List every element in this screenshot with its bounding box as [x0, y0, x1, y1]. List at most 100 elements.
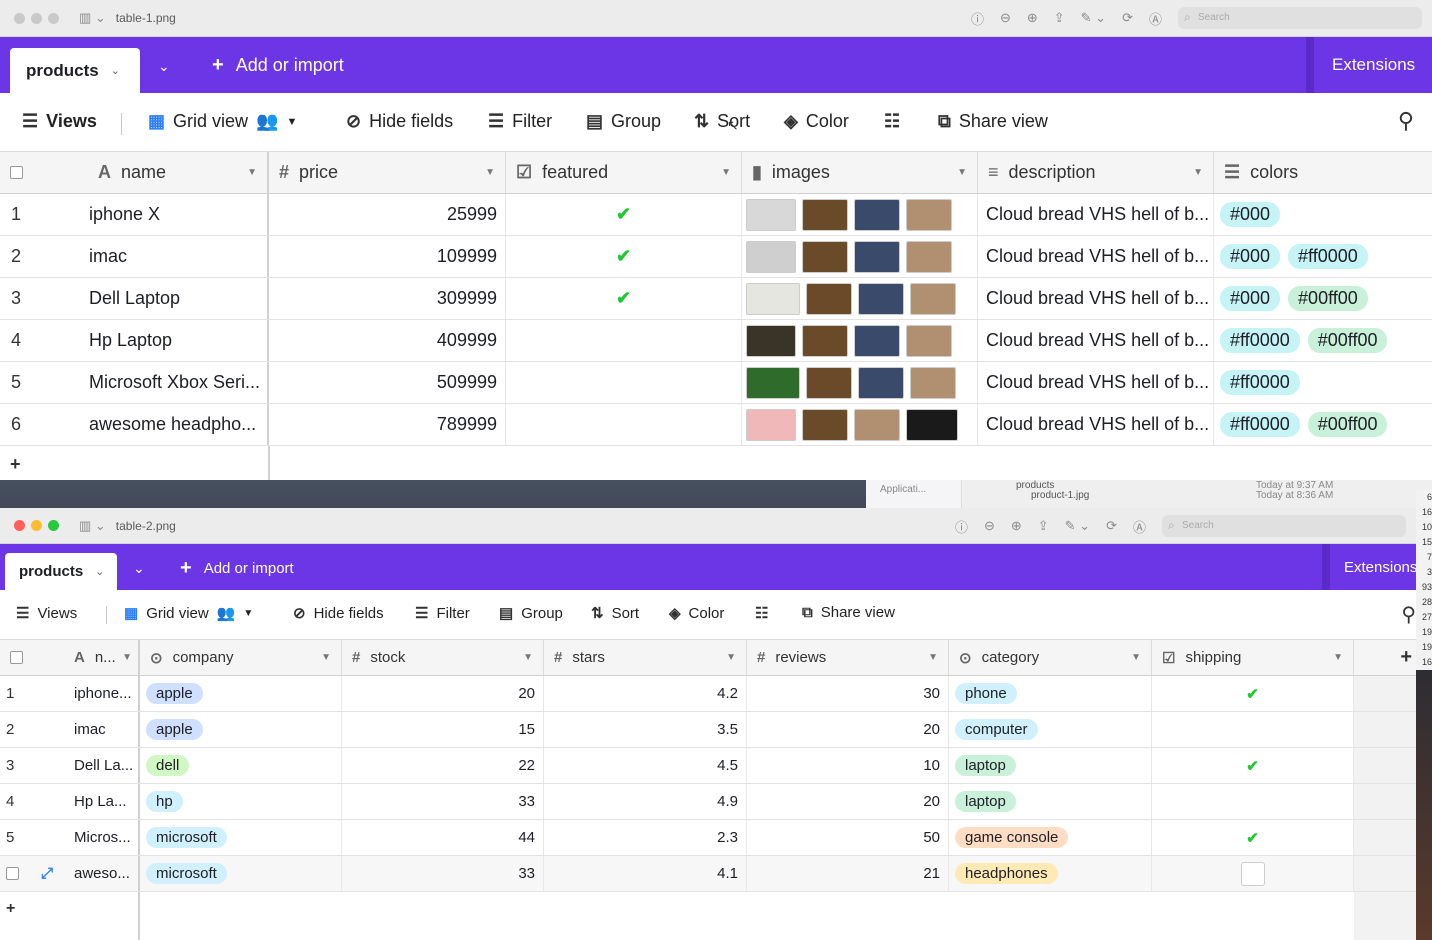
colors-cell[interactable]: #000 #ff0000: [1214, 236, 1432, 277]
image-thumbnail[interactable]: [802, 240, 848, 273]
stars-cell[interactable]: 3.5: [544, 712, 747, 747]
image-thumbnail[interactable]: [906, 240, 952, 273]
colors-cell[interactable]: #000: [1214, 194, 1432, 235]
extensions-button[interactable]: Extensions: [1306, 37, 1432, 93]
category-cell[interactable]: laptop: [949, 784, 1152, 819]
header-name[interactable]: Aname ▼: [88, 152, 269, 193]
chevron-down-icon[interactable]: ⌄: [95, 565, 104, 578]
description-cell[interactable]: Cloud bread VHS hell of b...: [978, 362, 1214, 403]
company-cell[interactable]: apple: [140, 712, 342, 747]
shipping-cell[interactable]: [1152, 856, 1354, 891]
featured-cell[interactable]: [506, 362, 742, 403]
colors-cell[interactable]: #ff0000 #00ff00: [1214, 320, 1432, 361]
group-button[interactable]: ▤ Group: [586, 111, 661, 132]
image-thumbnail[interactable]: [802, 198, 848, 231]
table-row[interactable]: 5 Micros... microsoft 44 2.3 50 game console ✔: [0, 820, 1416, 856]
featured-cell[interactable]: ✔: [506, 194, 742, 235]
info-icon[interactable]: ⓘ: [955, 517, 968, 536]
share-view-button[interactable]: ⧉ Share view: [802, 604, 895, 621]
image-thumbnail[interactable]: [906, 324, 952, 357]
grid-view-button[interactable]: ▦ Grid view 👥 ▼: [124, 604, 253, 623]
image-thumbnail[interactable]: [906, 408, 958, 441]
shipping-cell[interactable]: ✔: [1152, 748, 1354, 783]
description-cell[interactable]: Cloud bread VHS hell of b...: [978, 194, 1214, 235]
image-thumbnail[interactable]: [906, 198, 952, 231]
company-cell[interactable]: hp: [140, 784, 342, 819]
header-company[interactable]: ⊙ company ▼: [140, 640, 342, 675]
featured-cell[interactable]: [506, 404, 742, 445]
image-thumbnail[interactable]: [910, 282, 956, 315]
filter-button[interactable]: ☰ Filter: [415, 604, 470, 623]
chevron-down-icon[interactable]: ▼: [1193, 167, 1203, 178]
chevron-down-icon[interactable]: ▼: [1333, 652, 1343, 663]
header-category[interactable]: ⊙ category ▼: [949, 640, 1152, 675]
header-images[interactable]: ▮ images ▼: [742, 152, 978, 193]
header-reviews[interactable]: # reviews ▼: [747, 640, 949, 675]
image-thumbnail[interactable]: [802, 408, 848, 441]
color-button[interactable]: ◈ Color: [784, 111, 849, 132]
table-row[interactable]: ⤢ aweso... microsoft 33 4.1 21 headphones: [0, 856, 1416, 892]
image-thumbnail[interactable]: [746, 240, 796, 273]
image-thumbnail[interactable]: [746, 408, 796, 441]
share-view-button[interactable]: ⧉ Share view: [938, 111, 1048, 132]
annotate-icon[interactable]: Ⓐ: [1149, 9, 1162, 28]
select-all-cell[interactable]: [0, 152, 88, 193]
search-icon[interactable]: ⚲: [1398, 108, 1414, 134]
color-button[interactable]: ◈ Color: [669, 604, 724, 623]
shipping-cell[interactable]: [1152, 784, 1354, 819]
images-cell[interactable]: [742, 278, 978, 319]
image-thumbnail[interactable]: [854, 240, 900, 273]
reviews-cell[interactable]: 30: [747, 676, 949, 711]
select-all-cell[interactable]: [0, 640, 64, 675]
zoom-out-icon[interactable]: ⊖: [1000, 10, 1011, 26]
category-cell[interactable]: computer: [949, 712, 1152, 747]
name-cell[interactable]: Dell Laptop: [88, 278, 269, 319]
image-thumbnail[interactable]: [854, 408, 900, 441]
extensions-button[interactable]: Extensions: [1322, 544, 1416, 590]
name-cell[interactable]: Microsoft Xbox Seri...: [88, 362, 269, 403]
description-cell[interactable]: Cloud bread VHS hell of b...: [978, 320, 1214, 361]
shipping-cell[interactable]: ✔: [1152, 676, 1354, 711]
stock-cell[interactable]: 33: [342, 784, 544, 819]
stars-cell[interactable]: 4.5: [544, 748, 747, 783]
share-icon[interactable]: ⇪: [1038, 518, 1049, 534]
stars-cell[interactable]: 2.3: [544, 820, 747, 855]
price-cell[interactable]: 309999: [269, 278, 506, 319]
search-input[interactable]: Search: [1162, 515, 1406, 537]
annotate-icon[interactable]: Ⓐ: [1133, 517, 1146, 536]
category-cell[interactable]: game console: [949, 820, 1152, 855]
colors-cell[interactable]: #ff0000: [1214, 362, 1432, 403]
company-cell[interactable]: apple: [140, 676, 342, 711]
images-cell[interactable]: [742, 404, 978, 445]
header-stars[interactable]: # stars ▼: [544, 640, 747, 675]
markup-icon[interactable]: ✎ ⌄: [1065, 518, 1090, 534]
image-thumbnail[interactable]: [746, 324, 796, 357]
image-thumbnail[interactable]: [910, 366, 956, 399]
hide-fields-button[interactable]: ⊘ Hide fields: [293, 604, 384, 623]
share-icon[interactable]: ⇪: [1054, 10, 1065, 26]
colors-cell[interactable]: #ff0000 #00ff00: [1214, 404, 1432, 445]
finder-sidebar-item[interactable]: Applicati...: [866, 480, 962, 508]
table-row[interactable]: 5 Microsoft Xbox Seri... 509999 Cloud bread…: [0, 362, 1432, 404]
name-cell[interactable]: iphone X: [88, 194, 269, 235]
description-cell[interactable]: Cloud bread VHS hell of b...: [978, 404, 1214, 445]
row-checkbox[interactable]: [6, 867, 19, 880]
header-name[interactable]: An... ▼: [64, 640, 140, 675]
name-cell[interactable]: Hp La...: [64, 784, 140, 819]
name-cell[interactable]: Dell La...: [64, 748, 140, 783]
name-cell[interactable]: imac: [88, 236, 269, 277]
reviews-cell[interactable]: 10: [747, 748, 949, 783]
select-all-checkbox[interactable]: [10, 166, 23, 179]
stock-cell[interactable]: 15: [342, 712, 544, 747]
image-thumbnail[interactable]: [858, 366, 904, 399]
header-colors[interactable]: ☰ colors: [1214, 152, 1432, 193]
category-cell[interactable]: laptop: [949, 748, 1152, 783]
table-row[interactable]: 4 Hp Laptop 409999 Cloud bread VHS hell of …: [0, 320, 1432, 362]
table-row[interactable]: 3 Dell Laptop 309999 ✔ Cloud bread VHS hell …: [0, 278, 1432, 320]
sidebar-toggle-icon[interactable]: ▥ ⌄: [79, 518, 106, 534]
stock-cell[interactable]: 22: [342, 748, 544, 783]
name-cell[interactable]: awesome headpho...: [88, 404, 269, 445]
featured-cell[interactable]: ✔: [506, 278, 742, 319]
header-shipping[interactable]: ☑ shipping ▼: [1152, 640, 1354, 675]
stock-cell[interactable]: 20: [342, 676, 544, 711]
